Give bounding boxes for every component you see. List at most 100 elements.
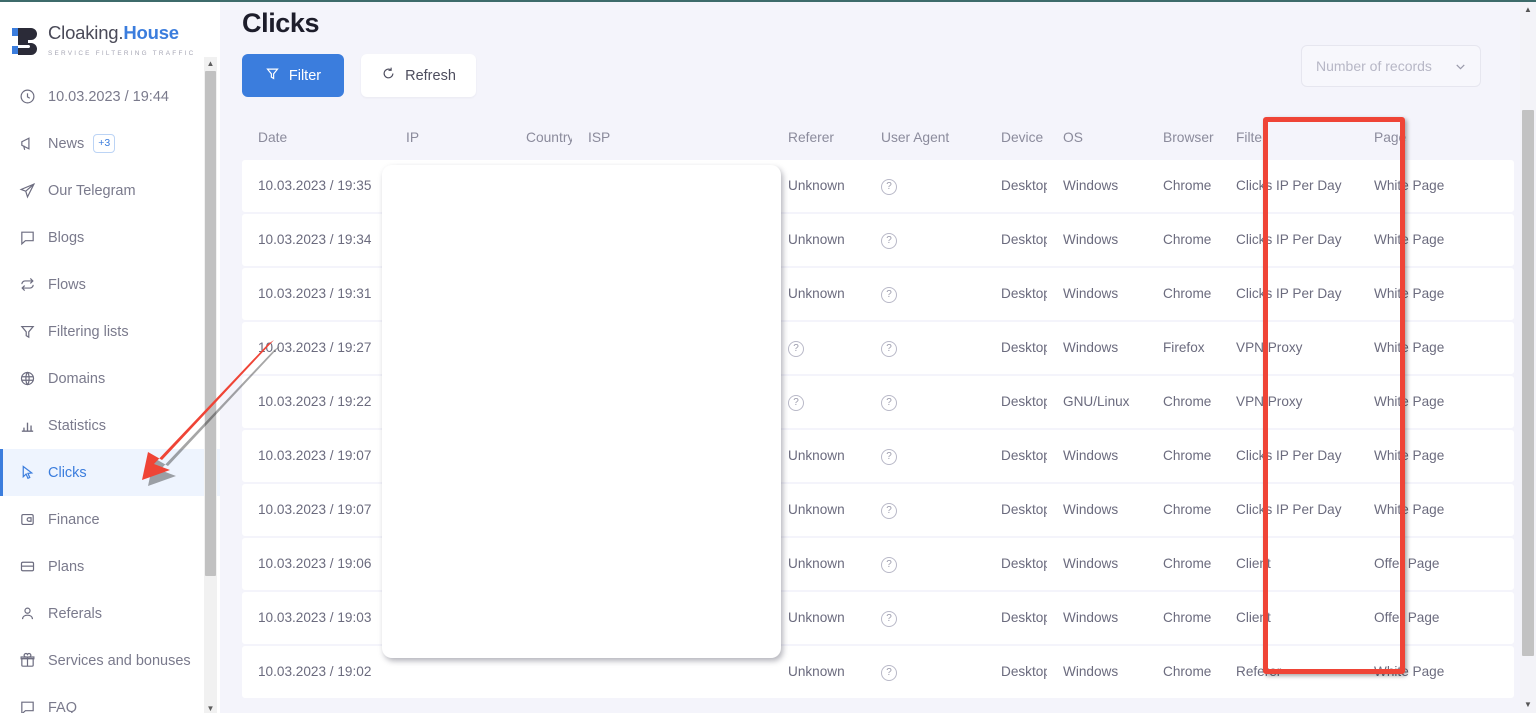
column-header-filter[interactable]: Filter [1220, 130, 1358, 145]
column-header-ip[interactable]: IP [390, 130, 510, 145]
sidebar-item-clicks[interactable]: Clicks [0, 449, 220, 496]
clock-icon [18, 88, 36, 106]
cell-page: White Page [1358, 232, 1468, 247]
scroll-up-icon[interactable]: ▲ [204, 57, 217, 70]
sidebar-item-label: Referals [48, 606, 102, 622]
cell-device: Desktop [985, 664, 1047, 679]
unknown-question-icon: ? [881, 557, 897, 573]
sidebar-scrollbar[interactable]: ▲ ▼ [204, 57, 217, 713]
refresh-icon [381, 66, 396, 85]
sidebar-item-statistics[interactable]: Statistics [0, 402, 220, 449]
cell-page: White Page [1358, 448, 1468, 463]
cell-browser: Chrome [1147, 178, 1220, 193]
number-of-records-select[interactable]: Number of records [1301, 45, 1481, 87]
column-header-isp[interactable]: ISP [572, 130, 772, 145]
sidebar-item-label: Statistics [48, 418, 106, 434]
scroll-down-icon[interactable]: ▼ [204, 702, 217, 713]
sidebar-item-label: 10.03.2023 / 19:44 [48, 89, 169, 105]
cell-browser: Chrome [1147, 556, 1220, 571]
brand-logo[interactable]: Cloaking.House SERVICE FILTERING TRAFFIC [0, 2, 220, 64]
cell-os: Windows [1047, 178, 1147, 193]
cell-user-agent: ? [865, 339, 985, 357]
sidebar-item-finance[interactable]: Finance [0, 496, 220, 543]
sidebar-item-filtering-lists[interactable]: Filtering lists [0, 308, 220, 355]
pagination: ‹ 1 2 3 1 [220, 700, 1536, 713]
sidebar-item-domains[interactable]: Domains [0, 355, 220, 402]
cell-referer: Unknown [772, 178, 865, 193]
cell-page: White Page [1358, 664, 1468, 679]
cell-device: Desktop [985, 340, 1047, 355]
cell-referer: ? [772, 393, 865, 411]
sidebar-item-label: Filtering lists [48, 324, 129, 340]
filter-button[interactable]: Filter [242, 54, 344, 97]
cell-device: Desktop [985, 178, 1047, 193]
cell-referer: Unknown [772, 556, 865, 571]
cell-os: Windows [1047, 232, 1147, 247]
sidebar-item-faq[interactable]: FAQ [0, 684, 220, 713]
cell-device: Desktop [985, 502, 1047, 517]
cell-date: 10.03.2023 / 19:07 [242, 448, 390, 463]
speech-bubble-icon [18, 699, 36, 713]
sidebar-item-clock[interactable]: 10.03.2023 / 19:44 [0, 73, 220, 120]
page-title: Clicks [220, 2, 1536, 39]
cell-filter: Client [1220, 556, 1358, 571]
refresh-button[interactable]: Refresh [361, 54, 476, 97]
cell-page: White Page [1358, 394, 1468, 409]
cell-user-agent: ? [865, 447, 985, 465]
cell-browser: Chrome [1147, 610, 1220, 625]
cell-os: Windows [1047, 340, 1147, 355]
sidebar-item-news[interactable]: News +3 [0, 120, 220, 167]
cell-os: GNU/Linux [1047, 394, 1147, 409]
column-header-referer[interactable]: Referer [772, 130, 865, 145]
sidebar-item-plans[interactable]: Plans [0, 543, 220, 590]
unknown-question-icon: ? [788, 341, 804, 357]
cell-user-agent: ? [865, 177, 985, 195]
column-header-os[interactable]: OS [1047, 130, 1147, 145]
column-header-date[interactable]: Date [242, 130, 390, 145]
user-icon [18, 605, 36, 623]
cell-user-agent: ? [865, 501, 985, 519]
scroll-down-icon[interactable]: ▼ [1520, 697, 1536, 713]
sidebar-item-referals[interactable]: Referals [0, 590, 220, 637]
cell-date: 10.03.2023 / 19:06 [242, 556, 390, 571]
cell-filter: Clicks IP Per Day [1220, 178, 1358, 193]
cloaking-house-logo-icon [12, 26, 40, 56]
sidebar-item-blogs[interactable]: Blogs [0, 214, 220, 261]
unknown-question-icon: ? [881, 611, 897, 627]
column-header-user-agent[interactable]: User Agent [865, 130, 985, 145]
sidebar-item-label: Blogs [48, 230, 84, 246]
unknown-question-icon: ? [881, 341, 897, 357]
app-window: Cloaking.House SERVICE FILTERING TRAFFIC… [0, 0, 1536, 713]
table-header-row: Date IP Country ISP Referer User Agent D… [242, 116, 1514, 158]
cell-date: 10.03.2023 / 19:31 [242, 286, 390, 301]
column-header-country[interactable]: Country [510, 130, 572, 145]
cell-page: White Page [1358, 502, 1468, 517]
cell-date: 10.03.2023 / 19:27 [242, 340, 390, 355]
brand-name-plain: Cloaking. [48, 22, 123, 43]
cell-browser: Chrome [1147, 664, 1220, 679]
cell-referer: Unknown [772, 664, 865, 679]
sidebar-item-flows[interactable]: Flows [0, 261, 220, 308]
filter-button-label: Filter [289, 68, 321, 84]
window-top-rule [0, 0, 1536, 2]
globe-icon [18, 370, 36, 388]
cell-page: White Page [1358, 340, 1468, 355]
sidebar-scrollbar-thumb[interactable] [205, 71, 216, 576]
sidebar-item-our-telegram[interactable]: Our Telegram [0, 167, 220, 214]
cell-referer: Unknown [772, 610, 865, 625]
cell-user-agent: ? [865, 555, 985, 573]
unknown-question-icon: ? [788, 395, 804, 411]
column-header-page[interactable]: Page [1358, 130, 1468, 145]
page-scrollbar-thumb[interactable] [1522, 110, 1534, 656]
column-header-browser[interactable]: Browser [1147, 130, 1220, 145]
column-header-device[interactable]: Device [985, 130, 1047, 145]
cell-page: Offer Page [1358, 610, 1468, 625]
cell-date: 10.03.2023 / 19:07 [242, 502, 390, 517]
sidebar-item-services-and-bonuses[interactable]: Services and bonuses [0, 637, 220, 684]
page-scrollbar[interactable]: ▲ ▼ [1520, 2, 1536, 713]
cell-user-agent: ? [865, 609, 985, 627]
unknown-question-icon: ? [881, 395, 897, 411]
megaphone-icon [18, 135, 36, 153]
scroll-up-icon[interactable]: ▲ [1520, 2, 1536, 18]
cell-filter: Client [1220, 610, 1358, 625]
